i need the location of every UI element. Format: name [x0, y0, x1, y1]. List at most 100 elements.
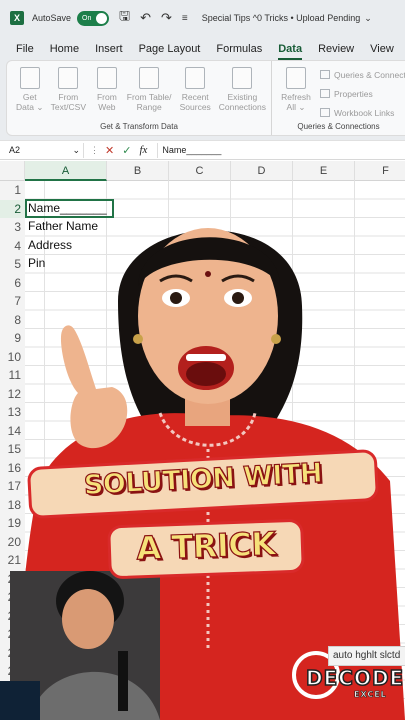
brand-subname: EXCEL: [354, 690, 387, 700]
ribbon-button-existing-5[interactable]: Existing Connections: [219, 65, 266, 112]
cell-a3[interactable]: Father Name: [28, 219, 98, 233]
tab-review[interactable]: Review: [318, 43, 354, 60]
tab-page-layout[interactable]: Page Layout: [139, 43, 201, 60]
ribbon-button-from-2[interactable]: From Web: [88, 65, 126, 112]
tab-view[interactable]: View: [370, 43, 394, 60]
row-header-5[interactable]: 5: [0, 255, 25, 274]
ribbon-button-label: Sources: [179, 102, 211, 112]
column-header-f[interactable]: F: [355, 161, 405, 181]
ribbon-button-get-0[interactable]: Get Data ⌄: [11, 65, 49, 112]
row-header-19[interactable]: 19: [0, 514, 25, 533]
autosave-label: AutoSave: [32, 13, 72, 23]
ribbon-button-recent-4[interactable]: Recent Sources: [173, 65, 218, 112]
row-header-27[interactable]: 27: [0, 662, 25, 681]
tab-home[interactable]: Home: [50, 43, 79, 60]
row-header-2[interactable]: 2: [0, 199, 25, 218]
row-header-10[interactable]: 10: [0, 347, 25, 366]
tab-formulas[interactable]: Formulas: [216, 43, 262, 60]
ribbon-button-icon: [19, 67, 40, 89]
refresh-icon: [286, 67, 306, 89]
autosave-toggle[interactable]: On: [77, 10, 110, 26]
row-header-20[interactable]: 20: [0, 532, 25, 551]
headline-line-2: A TRICK: [135, 524, 277, 568]
row-header-29[interactable]: 29: [0, 699, 25, 718]
ribbon-panel: Get Data ⌄ From Text/CSV From Web From Table/R…: [6, 60, 405, 136]
row-header-16[interactable]: 16: [0, 458, 25, 477]
row-header-1[interactable]: 1: [0, 181, 25, 200]
active-cell-outline: [25, 199, 114, 218]
row-header-21[interactable]: 21: [0, 551, 25, 570]
row-header-23[interactable]: 23: [0, 588, 25, 607]
ribbon-tabs: File Home Insert Page Layout Formulas Data Rev…: [0, 36, 405, 60]
select-all-corner[interactable]: [0, 161, 25, 181]
row-header-25[interactable]: 25: [0, 625, 25, 644]
brand-logo: DECODE EXCEL: [288, 656, 405, 706]
ribbon-item-icon: [320, 70, 330, 79]
name-box-value: A2: [9, 145, 21, 155]
insert-function-icon[interactable]: fx: [139, 144, 147, 156]
row-header-9[interactable]: 9: [0, 329, 25, 348]
save-icon[interactable]: 🖫: [119, 7, 130, 29]
row-header-6[interactable]: 6: [0, 273, 25, 292]
row-header-11[interactable]: 11: [0, 366, 25, 385]
excel-logo-icon: X: [10, 11, 24, 25]
ribbon-button-label: Range: [136, 102, 162, 112]
ribbon-button-label: Get: [22, 92, 37, 102]
formula-bar: A2 ⌄ ⋮ ✕ ✓ fx Name_______: [0, 140, 405, 160]
formula-input[interactable]: Name_______: [157, 142, 221, 158]
ribbon-area: Get Data ⌄ From Text/CSV From Web From Table/R…: [0, 60, 405, 140]
ribbon-button-from-table--3[interactable]: From Table/Range: [127, 65, 172, 112]
row-header-4[interactable]: 4: [0, 236, 25, 255]
cancel-icon[interactable]: ✕: [105, 144, 114, 157]
row-header-7[interactable]: 7: [0, 292, 25, 311]
ribbon-button-from-1[interactable]: From Text/CSV: [50, 65, 88, 112]
undo-icon[interactable]: ↶: [140, 10, 151, 26]
ribbon-button-label: Recent: [181, 92, 209, 102]
column-header-b[interactable]: B: [107, 161, 169, 181]
column-header-a[interactable]: A: [25, 161, 107, 181]
ribbon-button-label: From: [58, 92, 79, 102]
tab-insert[interactable]: Insert: [95, 43, 123, 60]
ribbon-button-label: From Table/: [126, 92, 172, 102]
cell-a4[interactable]: Address: [28, 238, 72, 252]
row-header-12[interactable]: 12: [0, 384, 25, 403]
ribbon-item-label: Queries & Connections: [334, 69, 405, 80]
row-header-18[interactable]: 18: [0, 495, 25, 514]
ribbon-item-workbook-links[interactable]: Workbook Links: [320, 103, 405, 122]
group-get-transform: Get Data ⌄ From Text/CSV From Web From Table/R…: [7, 61, 272, 135]
row-header-14[interactable]: 14: [0, 421, 25, 440]
row-header-22[interactable]: 22: [0, 569, 25, 588]
row-header-13[interactable]: 13: [0, 403, 25, 422]
column-header-c[interactable]: C: [169, 161, 231, 181]
refresh-label-2: All ⌄: [286, 102, 306, 112]
document-title[interactable]: Special Tips ^0 Tricks • Upload Pending: [202, 13, 360, 23]
title-chevron-icon[interactable]: ⌄: [364, 13, 372, 24]
cell-a5[interactable]: Pin: [28, 256, 45, 270]
column-header-d[interactable]: D: [231, 161, 293, 181]
ribbon-item-queries-connections[interactable]: Queries & Connections: [320, 65, 405, 84]
redo-icon[interactable]: ↷: [161, 10, 172, 26]
ribbon-button-label: Existing: [227, 92, 258, 102]
row-header-28[interactable]: 28: [0, 680, 25, 699]
chevron-down-icon[interactable]: ⌄: [72, 145, 80, 156]
customize-toolbar-icon[interactable]: ≡: [182, 13, 188, 24]
tab-data[interactable]: Data: [278, 43, 303, 60]
ribbon-item-label: Properties: [334, 88, 373, 99]
row-header-15[interactable]: 15: [0, 440, 25, 459]
column-header-e[interactable]: E: [293, 161, 355, 181]
ribbon-button-label: Text/CSV: [50, 102, 87, 112]
refresh-all-button[interactable]: Refresh All ⌄: [276, 65, 316, 112]
row-header-24[interactable]: 24: [0, 606, 25, 625]
ribbon-item-icon: [320, 108, 330, 117]
row-header-8[interactable]: 8: [0, 310, 25, 329]
tab-file[interactable]: File: [16, 43, 34, 60]
enter-icon[interactable]: ✓: [122, 144, 131, 157]
headline-banner-2: A TRICK: [107, 518, 305, 580]
row-header-3[interactable]: 3: [0, 218, 25, 237]
ribbon-button-icon: [139, 67, 160, 89]
row-header-17[interactable]: 17: [0, 477, 25, 496]
row-header-26[interactable]: 26: [0, 643, 25, 662]
ribbon-item-properties[interactable]: Properties: [320, 84, 405, 103]
name-box[interactable]: A2 ⌄: [6, 142, 84, 158]
more-options-icon[interactable]: ⋮: [90, 145, 99, 156]
